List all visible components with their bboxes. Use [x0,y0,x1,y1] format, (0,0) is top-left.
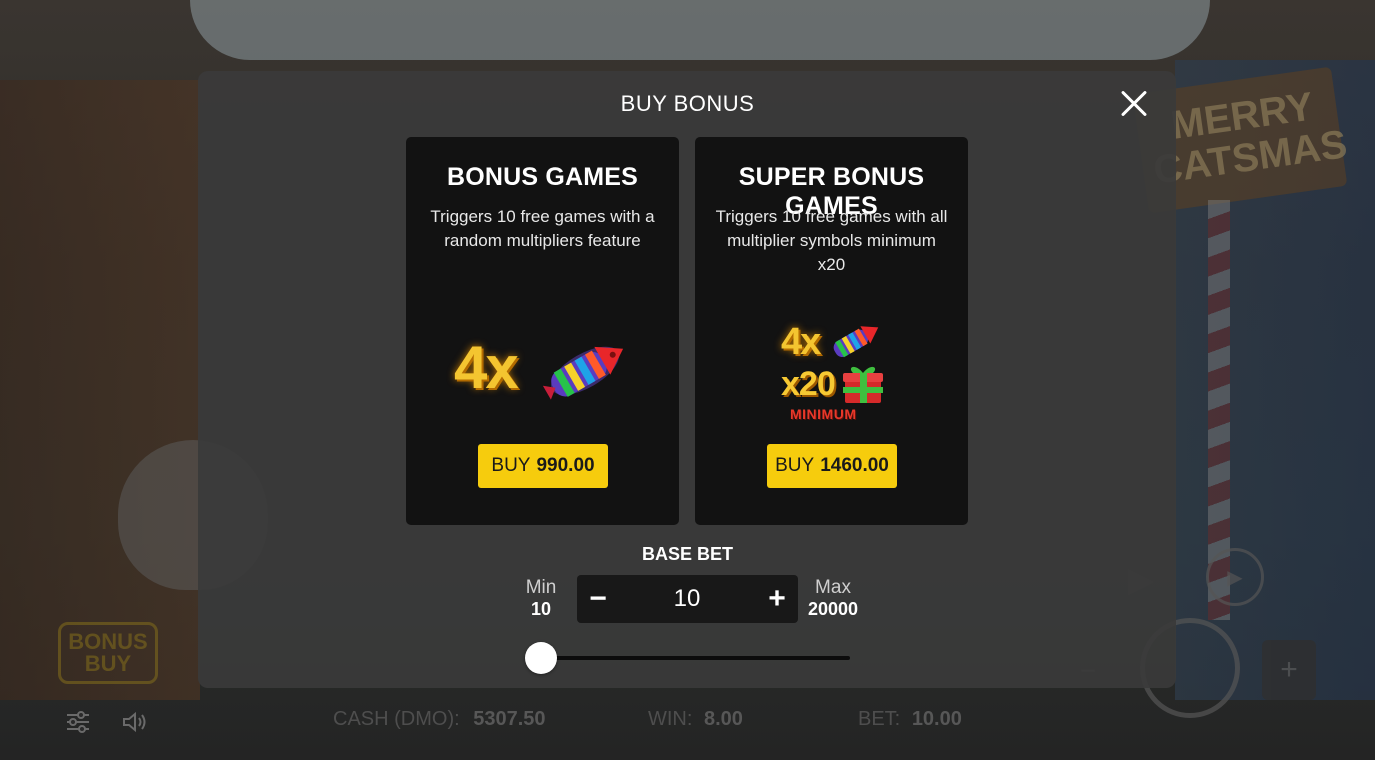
background-left-house [0,80,200,700]
bet-label: BET: [858,708,901,730]
decrease-bet-button[interactable]: − [577,575,619,623]
card-description: Triggers 10 free games with all multipli… [715,207,948,274]
snow-roof [190,0,1210,60]
win-value: 8.00 [704,708,743,730]
max-caption: Max [815,577,851,598]
win-display: WIN: 8.00 [648,708,743,731]
bonus-games-card: BONUS GAMES Triggers 10 free games with … [406,137,679,525]
win-label: WIN: [648,708,693,730]
cash-label: CASH (DMO): [333,708,460,730]
buy-bonus-games-button[interactable]: BUY 990.00 [478,444,608,488]
rocket-icon [833,326,879,358]
multiplier-4x-graphic: 4x [454,334,519,401]
x20-multiplier-graphic: x20 [781,365,836,403]
base-bet-stepper: − 10 + [577,575,798,623]
buy-label: BUY [775,455,815,476]
settings-sliders-icon[interactable] [64,708,92,736]
bet-display: BET: 10.00 [858,708,962,731]
min-bet-indicator: Min 10 [518,578,564,620]
card-title: BONUS GAMES [446,163,639,191]
minimum-label-graphic: MINIMUM [790,406,857,422]
bet-value: 10.00 [911,708,962,730]
base-bet-slider-thumb[interactable] [525,642,557,674]
gift-icon [843,366,883,403]
max-value: 20000 [807,599,859,619]
max-bet-indicator: Max 20000 [804,578,862,620]
bonus-buy-button[interactable]: BONUS BUY [58,622,158,684]
super-bonus-games-card: SUPER BONUS GAMES Triggers 10 free games… [695,137,968,525]
min-value: 10 [530,599,552,619]
cash-display: CASH (DMO): 5307.50 [333,708,546,731]
buy-amount: 990.00 [536,455,595,476]
card-description: Triggers 10 free games with a random mul… [430,207,655,250]
buy-label: BUY [491,455,531,476]
increase-bet-button[interactable]: + [756,575,798,623]
multiplier-4x-graphic: 4x [781,321,821,363]
base-bet-slider-track[interactable] [540,656,850,660]
rocket-icon [542,346,624,400]
buy-amount: 1460.00 [820,455,889,476]
bet-increase-button[interactable]: + [1262,640,1316,700]
speaker-icon[interactable] [121,708,149,736]
close-icon[interactable] [1118,88,1150,120]
modal-title: BUY BONUS [620,91,755,116]
base-bet-label: BASE BET [641,544,733,564]
buy-super-bonus-games-button[interactable]: BUY 1460.00 [767,444,897,488]
bonus-buy-line2: BUY [84,651,132,676]
bonus-buy-line1: BONUS [68,629,148,654]
cash-value: 5307.50 [473,708,546,730]
base-bet-value: 10 [673,585,701,612]
min-caption: Min [525,577,557,598]
